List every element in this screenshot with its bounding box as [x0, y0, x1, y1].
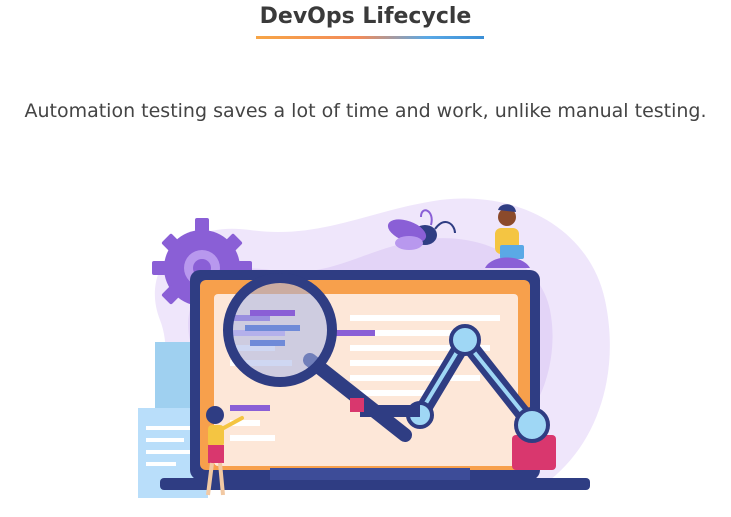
page-title: DevOps Lifecycle	[259, 4, 472, 29]
title-underline	[256, 36, 484, 39]
subtitle-text: Automation testing saves a lot of time a…	[24, 100, 707, 122]
automation-testing-illustration	[138, 198, 610, 498]
